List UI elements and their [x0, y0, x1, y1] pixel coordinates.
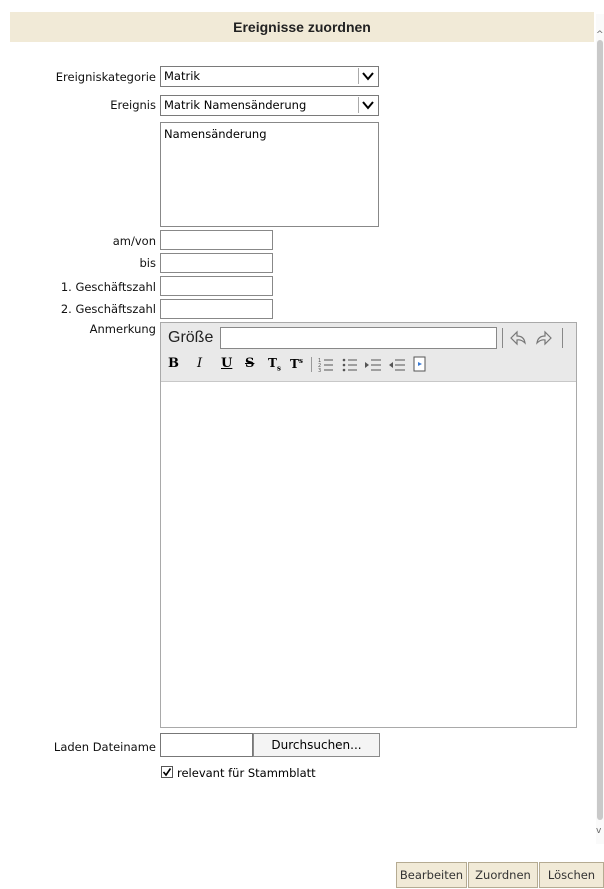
ereignis-value: Matrik Namensänderung: [164, 98, 307, 112]
file-name-input[interactable]: [160, 733, 253, 757]
beschreibung-textarea[interactable]: Namensänderung: [160, 122, 379, 227]
underline-icon[interactable]: U: [221, 356, 232, 371]
datei-label: Laden Dateiname: [53, 740, 156, 754]
toolbar-separator: [562, 328, 563, 348]
undo-icon[interactable]: [508, 329, 528, 350]
kategorie-select[interactable]: Matrik: [160, 66, 379, 87]
relevant-label: relevant für Stammblatt: [177, 766, 316, 780]
anmerkung-label: Anmerkung: [89, 322, 156, 336]
bis-input[interactable]: [160, 253, 273, 273]
amvon-input[interactable]: [160, 230, 273, 250]
ereignis-label: Ereignis: [110, 98, 156, 112]
amvon-label: am/von: [112, 234, 156, 248]
kategorie-value: Matrik: [164, 69, 201, 83]
chevron-down-icon[interactable]: [358, 68, 377, 84]
scrollbar-thumb[interactable]: [597, 40, 603, 820]
gz1-input[interactable]: [160, 276, 273, 296]
bold-icon[interactable]: B: [168, 356, 179, 371]
redo-icon[interactable]: [534, 329, 554, 350]
font-size-label: Größe: [168, 329, 214, 346]
bis-label: bis: [139, 256, 157, 270]
italic-icon[interactable]: I: [197, 356, 202, 371]
indent-icon[interactable]: [364, 356, 382, 375]
gz2-label: 2. Geschäftszahl: [60, 302, 156, 316]
loeschen-button[interactable]: Löschen: [539, 862, 604, 888]
strikethrough-icon[interactable]: S: [245, 356, 254, 371]
relevant-checkbox[interactable]: [161, 766, 173, 778]
source-icon[interactable]: [412, 356, 428, 375]
anmerkung-editor[interactable]: [160, 322, 577, 728]
svg-text:3: 3: [318, 368, 321, 372]
ereignis-select[interactable]: Matrik Namensänderung: [160, 95, 379, 116]
zuordnen-button[interactable]: Zuordnen: [468, 862, 538, 888]
bearbeiten-button[interactable]: Bearbeiten: [396, 862, 467, 888]
toolbar-separator: [502, 328, 503, 348]
superscript-icon[interactable]: Ts: [290, 356, 303, 371]
scroll-down-icon[interactable]: v: [596, 826, 601, 836]
scroll-up-icon[interactable]: ^: [596, 30, 604, 40]
subscript-icon[interactable]: Ts: [268, 356, 281, 372]
kategorie-label: Ereigniskategorie: [55, 70, 156, 84]
toolbar-separator: [311, 357, 312, 372]
beschreibung-text: Namensänderung: [164, 127, 267, 141]
font-size-input[interactable]: [220, 327, 497, 349]
unordered-list-icon[interactable]: [342, 356, 358, 375]
outdent-icon[interactable]: [388, 356, 406, 375]
browse-button[interactable]: Durchsuchen...: [253, 733, 380, 757]
dialog-title: Ereignisse zuordnen: [233, 19, 371, 35]
ordered-list-icon[interactable]: 123: [318, 356, 334, 375]
chevron-down-icon[interactable]: [358, 97, 377, 113]
gz1-label: 1. Geschäftszahl: [60, 280, 156, 294]
gz2-input[interactable]: [160, 299, 273, 319]
